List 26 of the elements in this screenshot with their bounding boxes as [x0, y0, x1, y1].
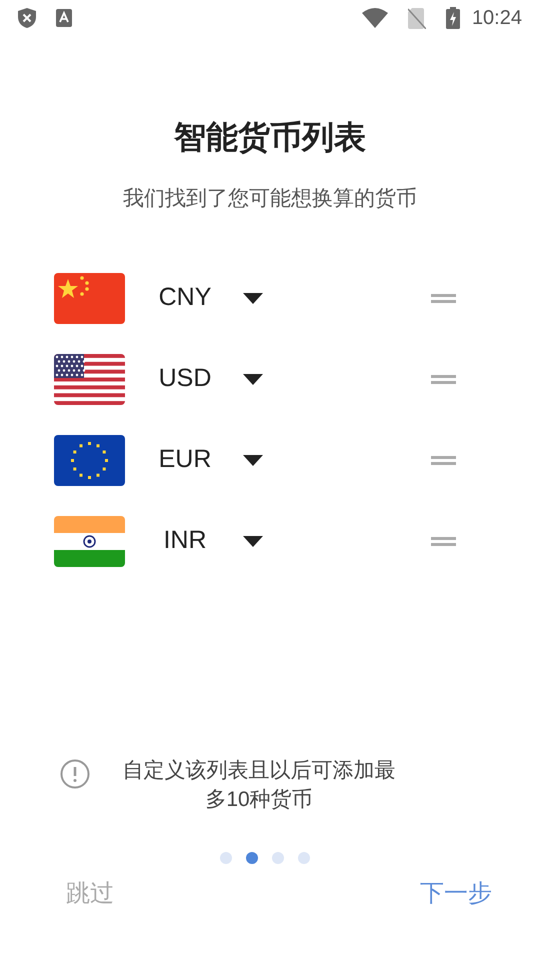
battery-charging-icon [446, 7, 460, 29]
caret-icon [243, 374, 263, 384]
caret-icon [243, 292, 263, 304]
page-subtitle: 我们找到了您可能想换算的货币 [123, 186, 417, 212]
no-sim-icon [408, 8, 426, 28]
info-icon [60, 759, 90, 789]
drag-handle-icon[interactable] [431, 456, 456, 464]
currency-dropdown[interactable]: CNY [155, 279, 305, 317]
flag-icon [54, 354, 125, 404]
flag-icon [54, 434, 125, 486]
caret-icon [243, 454, 263, 466]
flag-icon [54, 516, 125, 566]
drag-handle-icon[interactable] [431, 294, 456, 302]
currency-dropdown[interactable]: USD [155, 360, 305, 398]
currency-dropdown[interactable]: INR [155, 522, 305, 560]
flag-icon [54, 272, 125, 324]
page-title: 智能货币列表 [174, 118, 366, 157]
info-text: 自定义该列表且以后可添加最多10种货币 [122, 758, 396, 813]
currency-dropdown[interactable]: EUR [155, 441, 305, 479]
drag-handle-icon[interactable] [431, 536, 456, 546]
keyboard-icon [56, 9, 72, 27]
clock-time: 10:24 [472, 6, 522, 31]
caret-icon [243, 536, 263, 546]
shield-icon [18, 8, 36, 28]
wifi-icon [362, 8, 388, 28]
drag-handle-icon[interactable] [431, 374, 456, 384]
